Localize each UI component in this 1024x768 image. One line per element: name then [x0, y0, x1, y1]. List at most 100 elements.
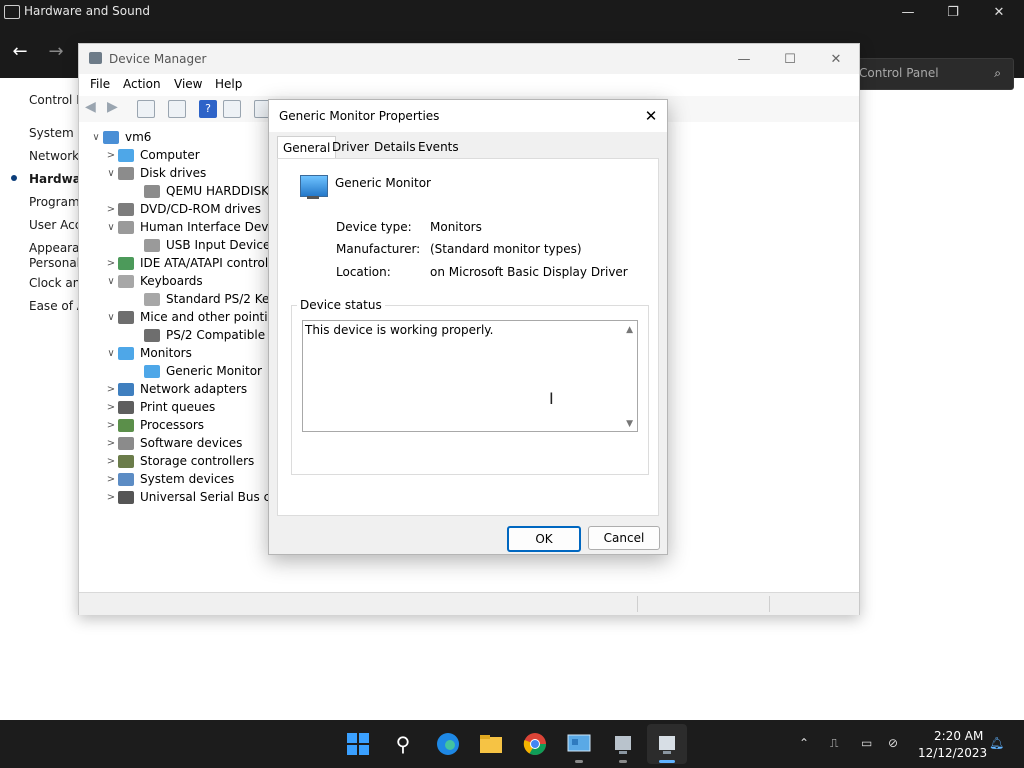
toolbar-show-hide-icon[interactable]	[137, 100, 155, 118]
search-taskbar-icon[interactable]: ⚲	[385, 728, 421, 760]
tree-item[interactable]: USB Input Device	[122, 236, 270, 254]
device-type-value: Monitors	[430, 220, 482, 234]
tree-item[interactable]: > Storage controllers	[104, 452, 254, 470]
tree-item[interactable]: ∨ Keyboards	[104, 272, 202, 290]
storage-controller-icon	[118, 454, 134, 468]
dm-close-button[interactable]: ✕	[813, 44, 859, 74]
ok-button[interactable]: OK	[507, 526, 581, 552]
toolbar-help-icon[interactable]: ?	[199, 100, 217, 118]
clock-date[interactable]: 12/12/2023	[918, 746, 987, 760]
tree-item[interactable]: Standard PS/2 Keybo	[122, 290, 291, 308]
control-panel-taskbar-icon[interactable]	[561, 728, 597, 760]
tree-item[interactable]: > DVD/CD-ROM drives	[104, 200, 261, 218]
tree-item[interactable]: ∨ Monitors	[104, 344, 192, 362]
status-separator	[769, 596, 770, 612]
tree-item[interactable]: > Processors	[104, 416, 204, 434]
device-type-label: Device type:	[336, 220, 412, 234]
chevron-right-icon[interactable]: >	[104, 438, 118, 449]
tab-events[interactable]: Events	[413, 136, 464, 158]
notification-bell-icon[interactable]: 🔔︎	[989, 736, 1004, 750]
chevron-right-icon[interactable]: >	[104, 420, 118, 431]
tree-item-label: IDE ATA/ATAPI controlle	[140, 256, 279, 270]
tree-item-label: QEMU HARDDISK	[166, 184, 270, 198]
tree-item[interactable]: > IDE ATA/ATAPI controlle	[104, 254, 279, 272]
sidebar-link-ease-of-access[interactable]: Ease of A	[29, 299, 85, 313]
printer-icon	[118, 400, 134, 414]
tree-item[interactable]: ∨ Mice and other pointing	[104, 308, 283, 326]
edge-icon[interactable]	[430, 728, 466, 760]
volume-muted-icon[interactable]: ⊘	[888, 736, 898, 750]
chevron-right-icon[interactable]: >	[104, 402, 118, 413]
chevron-down-icon[interactable]: ∨	[104, 348, 118, 359]
cancel-button[interactable]: Cancel	[588, 526, 660, 550]
tree-item[interactable]: PS/2 Compatible Mo	[122, 326, 287, 344]
system-device-icon	[118, 472, 134, 486]
tree-item[interactable]: > System devices	[104, 470, 234, 488]
back-arrow-icon[interactable]: ←	[6, 38, 34, 64]
chevron-right-icon[interactable]: >	[104, 474, 118, 485]
toolbar-properties-icon[interactable]	[168, 100, 186, 118]
chevron-right-icon[interactable]: >	[104, 204, 118, 215]
file-explorer-icon[interactable]	[473, 728, 509, 760]
tree-item-label: Human Interface Device	[140, 220, 286, 234]
close-button[interactable]: ✕	[976, 0, 1022, 24]
tree-item[interactable]: Generic Monitor	[122, 362, 262, 380]
control-panel-titlebar: Hardware and Sound — ❐ ✕	[0, 0, 1024, 24]
device-manager-taskbar-icon[interactable]	[605, 728, 641, 760]
tree-item[interactable]: > Universal Serial Bus conf	[104, 488, 290, 506]
toolbar-back-icon[interactable]: ◀	[85, 99, 96, 115]
tree-item[interactable]: > Software devices	[104, 434, 243, 452]
chevron-down-icon[interactable]: ∨	[104, 168, 118, 179]
chevron-right-icon[interactable]: >	[104, 492, 118, 503]
tree-item-label: Print queues	[140, 400, 216, 414]
tree-item[interactable]: > Print queues	[104, 398, 215, 416]
toolbar-view-icon[interactable]	[223, 100, 241, 118]
dm-maximize-button[interactable]: ☐	[767, 44, 813, 74]
chevron-down-icon[interactable]: ∨	[104, 222, 118, 233]
display-icon[interactable]: ▭	[861, 736, 872, 750]
tree-item[interactable]: QEMU HARDDISK	[122, 182, 269, 200]
menu-help[interactable]: Help	[215, 77, 242, 91]
chevron-right-icon[interactable]: >	[104, 150, 118, 161]
chevron-right-icon[interactable]: >	[104, 258, 118, 269]
start-button[interactable]	[340, 728, 376, 760]
search-icon[interactable]: ⌕	[994, 66, 1001, 81]
properties-taskbar-icon[interactable]	[649, 728, 685, 760]
device-status-textbox[interactable]: This device is working properly. ▲ ▼	[302, 320, 638, 432]
chevron-down-icon[interactable]: ∨	[104, 276, 118, 287]
manufacturer-value: (Standard monitor types)	[430, 242, 582, 256]
control-panel-sidebar: Control P System ar Network a Hardwar Pr…	[0, 78, 90, 718]
clock-time[interactable]: 2:20 AM	[934, 729, 983, 743]
network-adapter-icon	[118, 382, 134, 396]
tab-driver[interactable]: Driver	[327, 136, 374, 158]
chevron-right-icon[interactable]: >	[104, 456, 118, 467]
menu-file[interactable]: File	[90, 77, 110, 91]
restore-button[interactable]: ❐	[930, 0, 976, 24]
scroll-up-icon[interactable]: ▲	[626, 325, 633, 335]
chevron-right-icon[interactable]: >	[104, 384, 118, 395]
tree-item[interactable]: ∨ vm6	[89, 128, 151, 146]
tree-item-label: USB Input Device	[166, 238, 271, 252]
dialog-close-button[interactable]: ✕	[635, 100, 667, 132]
minimize-button[interactable]: —	[885, 0, 931, 24]
forward-arrow-icon[interactable]: →	[42, 38, 70, 64]
tree-item[interactable]: > Network adapters	[104, 380, 247, 398]
menu-view[interactable]: View	[174, 77, 202, 91]
menu-action[interactable]: Action	[123, 77, 161, 91]
tree-item[interactable]: > Computer	[104, 146, 200, 164]
chevron-down-icon[interactable]: ∨	[89, 132, 103, 143]
tree-item[interactable]: ∨ Disk drives	[104, 164, 206, 182]
network-icon[interactable]: ⎍	[830, 736, 838, 751]
chrome-icon[interactable]	[517, 728, 553, 760]
toolbar-forward-icon[interactable]: ▶	[107, 99, 118, 115]
properties-dialog: Generic Monitor Properties ✕ General Dri…	[268, 99, 668, 555]
tree-item[interactable]: ∨ Human Interface Device	[104, 218, 286, 236]
monitor-stand-icon	[307, 196, 319, 199]
scroll-down-icon[interactable]: ▼	[626, 419, 633, 429]
hid-icon	[144, 238, 160, 252]
sidebar-link-control-panel[interactable]: Control P	[29, 93, 83, 107]
computer-icon	[103, 130, 119, 144]
chevron-down-icon[interactable]: ∨	[104, 312, 118, 323]
dm-minimize-button[interactable]: —	[721, 44, 767, 74]
chevron-up-icon[interactable]: ⌃	[799, 736, 809, 750]
